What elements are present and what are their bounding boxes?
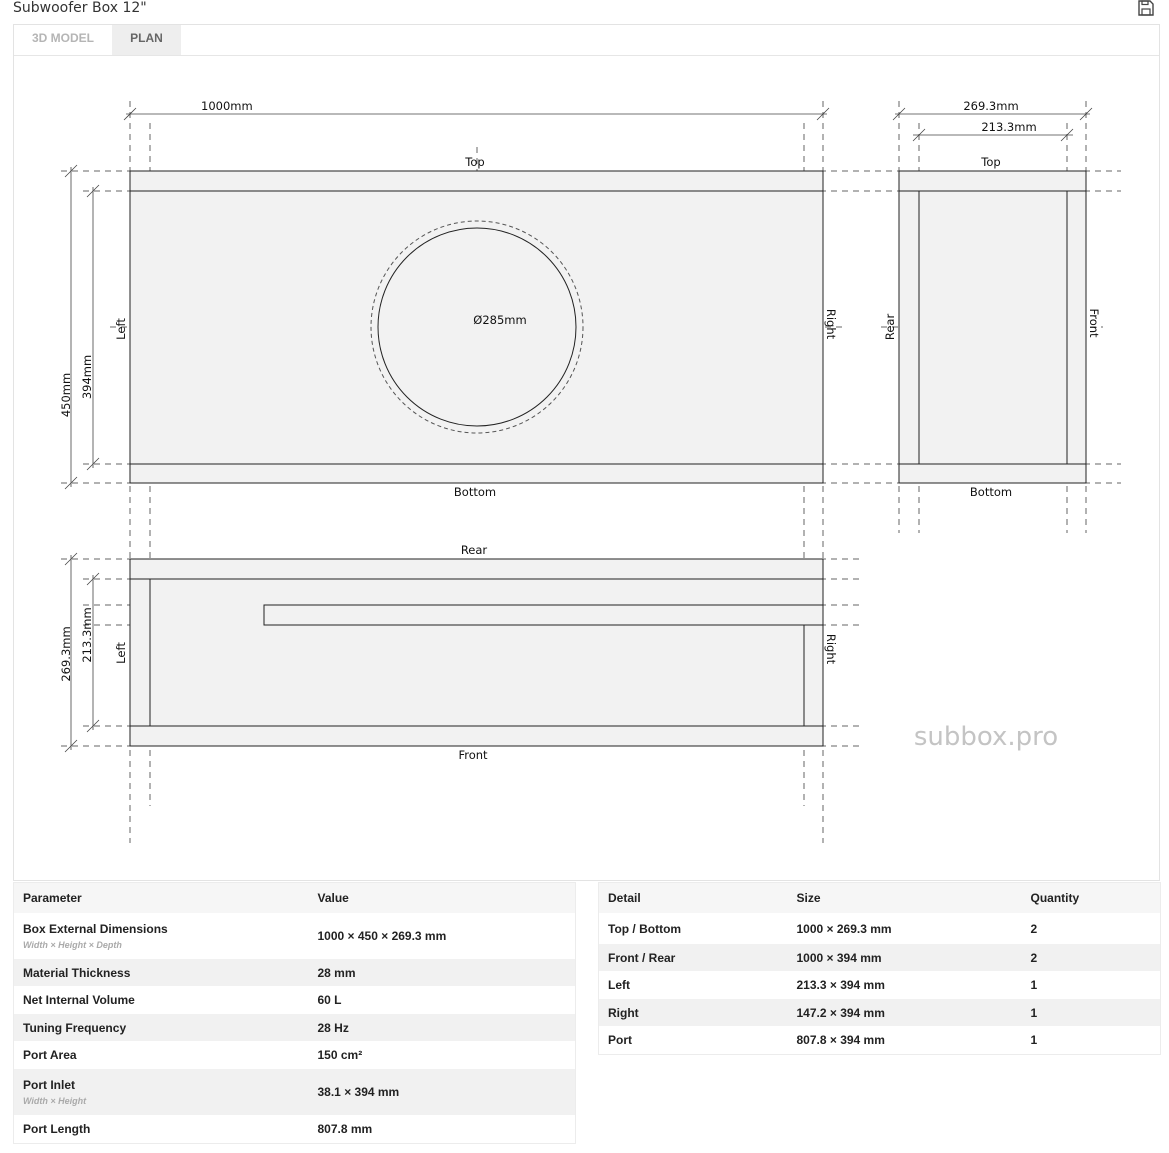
param-name: Port Length <box>13 1115 309 1143</box>
param-name: Material Thickness <box>13 959 309 986</box>
table-row: Tuning Frequency 28 Hz <box>13 1014 576 1041</box>
param-value: 60 L <box>308 986 576 1014</box>
detail-size: 807.8 × 394 mm <box>787 1026 1022 1054</box>
detail-quantity: 1 <box>1021 1026 1161 1054</box>
height-dim-label: 450mm <box>59 373 73 417</box>
table-row: Left 213.3 × 394 mm 1 <box>598 971 1161 999</box>
detail-size: 1000 × 269.3 mm <box>787 913 1022 944</box>
plan-panel: 3D MODEL PLAN 1000mm Top Bottom Ø285mm L… <box>13 24 1160 881</box>
top-rear-label: Rear <box>461 543 488 557</box>
detail-size: 213.3 × 394 mm <box>787 971 1022 999</box>
header-size: Size <box>787 882 1022 913</box>
details-table: Detail Size Quantity Top / Bottom 1000 ×… <box>598 882 1161 1055</box>
detail-quantity: 1 <box>1021 999 1161 1026</box>
table-row: Port Inlet Width × Height 38.1 × 394 mm <box>13 1069 576 1115</box>
table-header-row: Parameter Value <box>13 882 576 913</box>
detail-size: 147.2 × 394 mm <box>787 999 1022 1026</box>
detail-name: Top / Bottom <box>598 913 788 944</box>
watermark: subbox.pro <box>914 722 1058 752</box>
top-left-label: Left <box>114 642 128 664</box>
top-depth-dim-label: 269.3mm <box>59 626 73 681</box>
header-parameter: Parameter <box>13 882 309 913</box>
param-value: 28 Hz <box>308 1014 576 1041</box>
detail-name: Left <box>598 971 788 999</box>
param-name: Tuning Frequency <box>13 1014 309 1041</box>
top-view <box>129 558 824 747</box>
front-left-label: Left <box>114 318 128 340</box>
side-bottom-label: Bottom <box>970 485 1012 499</box>
param-value: 28 mm <box>308 959 576 986</box>
table-row: Right 147.2 × 394 mm 1 <box>598 999 1161 1026</box>
table-row: Top / Bottom 1000 × 269.3 mm 2 <box>598 913 1161 944</box>
header-detail: Detail <box>598 882 788 913</box>
table-row: Port Length 807.8 mm <box>13 1115 576 1143</box>
table-row: Net Internal Volume 60 L <box>13 986 576 1014</box>
side-rear-label: Rear <box>883 314 897 341</box>
parameters-table: Parameter Value Box External Dimensions W… <box>13 882 576 1144</box>
window-title: Subwoofer Box 12" <box>13 0 147 16</box>
param-value: 1000 × 450 × 269.3 mm <box>308 913 576 959</box>
detail-size: 1000 × 394 mm <box>787 944 1022 971</box>
param-name: Port Area <box>13 1041 309 1069</box>
header-quantity: Quantity <box>1021 882 1161 913</box>
top-right-label: Right <box>824 634 838 665</box>
header-value: Value <box>308 882 576 913</box>
save-icon[interactable] <box>1137 0 1155 16</box>
param-name: Net Internal Volume <box>13 986 309 1014</box>
param-note: Width × Height <box>23 1096 87 1106</box>
side-depth-dim-label: 269.3mm <box>963 99 1018 113</box>
side-front-label: Front <box>1087 308 1101 338</box>
width-dim-label: 1000mm <box>201 99 253 113</box>
param-name: Port Inlet <box>23 1078 76 1092</box>
table-header-row: Detail Size Quantity <box>598 882 1161 913</box>
table-row: Port Area 150 cm² <box>13 1041 576 1069</box>
front-bottom-label: Bottom <box>454 485 496 499</box>
top-inner-depth-dim-label: 213.3mm <box>80 607 94 662</box>
detail-name: Port <box>598 1026 788 1054</box>
param-value: 150 cm² <box>308 1041 576 1069</box>
table-row: Material Thickness 28 mm <box>13 959 576 986</box>
detail-name: Front / Rear <box>598 944 788 971</box>
param-note: Width × Height × Depth <box>23 940 122 950</box>
side-inner-depth-dim-label: 213.3mm <box>981 120 1036 134</box>
side-view <box>898 170 1087 484</box>
hole-dim-label: Ø285mm <box>473 313 526 327</box>
param-value: 807.8 mm <box>308 1115 576 1143</box>
detail-quantity: 2 <box>1021 944 1161 971</box>
param-name: Box External Dimensions <box>23 922 168 936</box>
front-view <box>129 170 824 484</box>
inner-height-dim-label: 394mm <box>80 355 94 399</box>
front-right-label: Right <box>824 309 838 340</box>
detail-quantity: 2 <box>1021 913 1161 944</box>
detail-quantity: 1 <box>1021 971 1161 999</box>
table-row: Port 807.8 × 394 mm 1 <box>598 1026 1161 1054</box>
param-value: 38.1 × 394 mm <box>308 1069 576 1115</box>
top-front-label: Front <box>458 748 488 762</box>
front-top-label: Top <box>464 155 484 169</box>
table-row: Front / Rear 1000 × 394 mm 2 <box>598 944 1161 971</box>
detail-name: Right <box>598 999 788 1026</box>
side-top-label: Top <box>980 155 1000 169</box>
plan-drawing: 1000mm Top Bottom Ø285mm Left Right 450m… <box>59 99 1121 843</box>
table-row: Box External Dimensions Width × Height × … <box>13 913 576 959</box>
